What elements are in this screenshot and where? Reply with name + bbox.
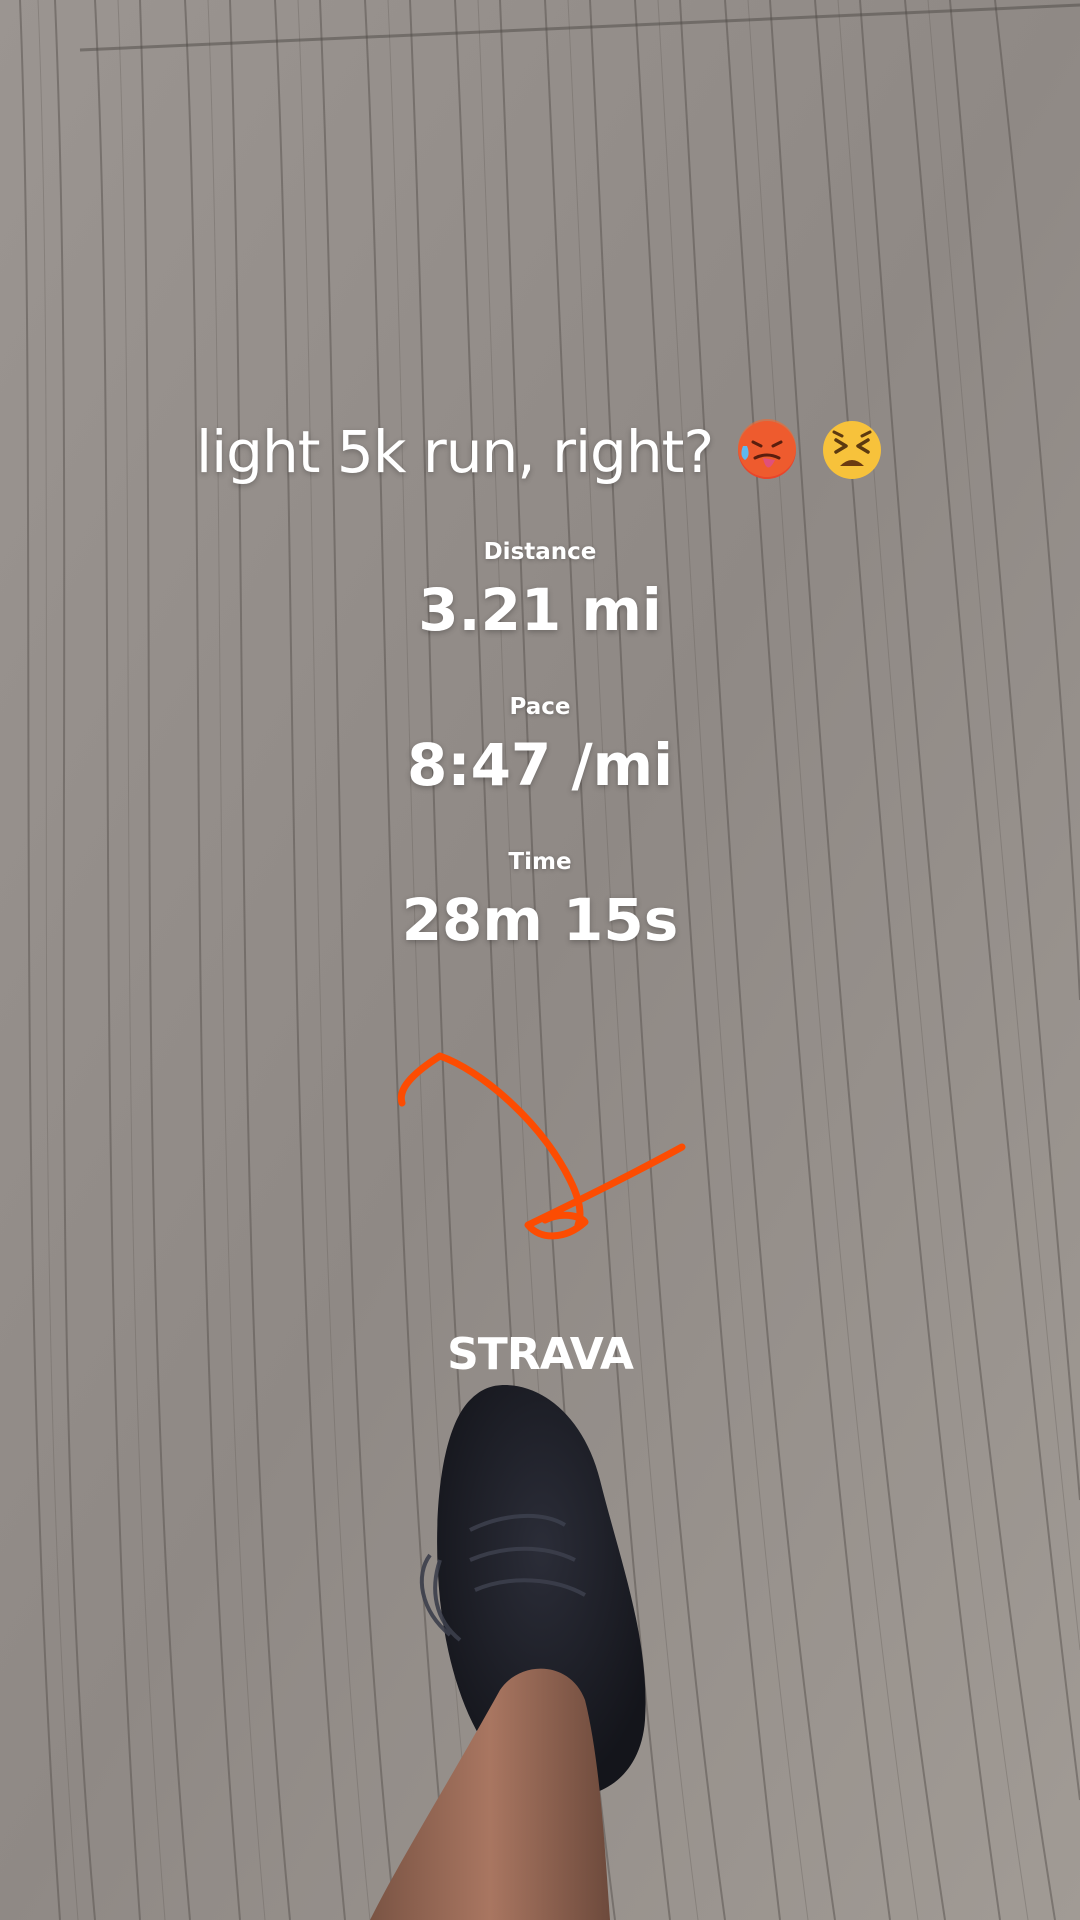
svg-text:STRAVA: STRAVA bbox=[447, 1331, 634, 1375]
story-overlay: light 5k run, right? Distance 3.21 mi Pa… bbox=[0, 0, 1080, 1920]
strava-logo: STRAVA bbox=[0, 1329, 1080, 1380]
strava-wordmark: STRAVA bbox=[447, 1329, 635, 1380]
hand-drawn-arrow-icon bbox=[397, 1052, 686, 1240]
